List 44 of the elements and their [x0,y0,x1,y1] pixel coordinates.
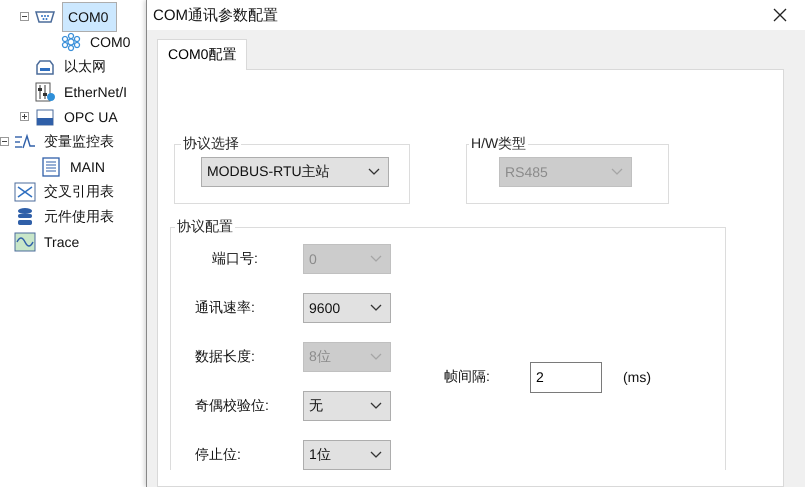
tree-item[interactable]: 以太网 [62,56,108,78]
field-label: 端口号: [211,250,259,268]
field-label: 停止位: [195,446,242,464]
group-title: 协议选择 [182,135,240,153]
caret-icon [370,304,382,312]
tree-item[interactable]: 元件使用表 [42,206,116,228]
cross-ref-icon [14,182,36,202]
field-label: 通讯速率: [195,299,256,317]
tree-item[interactable]: MAIN [68,156,107,176]
caret-icon [368,168,380,176]
dropdown[interactable]: 9600 [303,293,391,323]
expander-icon[interactable] [0,137,9,146]
expander-icon[interactable] [20,112,29,121]
tree-item[interactable]: COM0 [88,32,132,52]
protocol-dropdown[interactable]: MODBUS-RTU主站 [201,157,389,187]
group-title: 协议配置 [176,218,234,236]
close-icon[interactable] [773,8,787,22]
caret-icon [370,402,382,410]
tree-item[interactable]: EtherNet/I [62,82,130,102]
field-label: 数据长度: [195,348,256,366]
tree-item[interactable]: COM0 [62,2,118,32]
document-icon [40,156,62,176]
trace-icon [14,232,36,252]
input-field[interactable]: 2 [530,362,602,392]
group-title: H/W类型 [470,135,528,153]
network-node-icon [60,32,82,52]
tree-item[interactable]: Trace [42,232,82,252]
tree-item[interactable]: OPC UA [62,106,120,126]
opc-icon [34,106,56,126]
tree-item[interactable]: 交叉引用表 [42,180,116,202]
field-label: 帧间隔: [444,368,491,386]
dropdown[interactable]: 1位 [303,440,391,470]
caret-icon [611,168,623,176]
field-label: 奇偶校验位: [195,397,270,415]
dialog-title: COM通讯参数配置 [153,6,278,24]
dropdown[interactable]: 无 [303,391,391,421]
unit-label: (ms) [623,369,651,385]
ethernet-ip-icon [34,82,56,102]
expander-icon[interactable] [20,12,29,21]
caret-icon [370,353,382,361]
caret-icon [370,451,382,459]
caret-icon [370,255,382,263]
tree-item[interactable]: 变量监控表 [42,130,116,152]
tab[interactable]: COM0配置 [157,39,248,70]
